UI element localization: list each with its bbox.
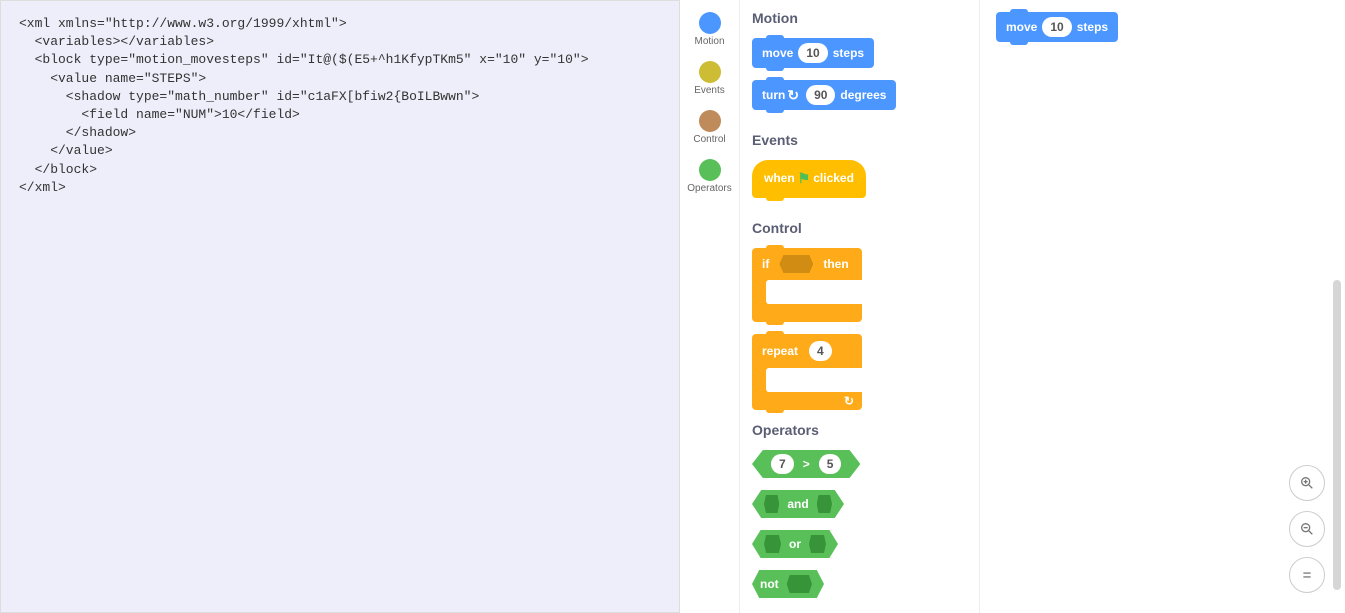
block-not[interactable]: not — [752, 570, 824, 598]
xml-source-panel[interactable]: <xml xmlns="http://www.w3.org/1999/xhtml… — [0, 0, 680, 613]
category-dot-icon — [699, 159, 721, 181]
category-dot-icon — [699, 61, 721, 83]
num-input[interactable]: 90 — [806, 85, 835, 105]
num-input[interactable]: 7 — [771, 454, 794, 474]
boolean-slot[interactable] — [809, 535, 826, 553]
operator-symbol: > — [803, 457, 810, 471]
block-greater-than[interactable]: 7 > 5 — [752, 450, 860, 478]
green-flag-icon: ⚑ — [798, 170, 811, 187]
block-turn-degrees[interactable]: turn 90 degrees — [752, 80, 896, 110]
block-repeat[interactable]: repeat 4 — [752, 334, 862, 410]
block-when-flag-clicked[interactable]: when ⚑ clicked — [752, 160, 866, 198]
block-label: move — [1006, 20, 1037, 34]
vertical-scrollbar[interactable] — [1333, 280, 1341, 590]
category-column: Motion Events Control Operators — [680, 0, 740, 613]
block-or[interactable]: or — [752, 530, 838, 558]
blockly-editor: Motion Events Control Operators Motion move… — [680, 0, 1345, 613]
block-label: turn — [762, 88, 785, 102]
equals-icon: = — [1303, 567, 1312, 584]
boolean-slot[interactable] — [779, 255, 813, 273]
block-move-steps[interactable]: move 10 steps — [752, 38, 874, 68]
block-label: if — [762, 257, 769, 271]
operator-label: not — [760, 577, 779, 591]
operator-label: and — [787, 497, 808, 511]
category-label: Control — [693, 134, 725, 145]
category-events[interactable]: Events — [680, 57, 739, 100]
palette-heading-operators: Operators — [752, 422, 967, 438]
block-label: steps — [1077, 20, 1108, 34]
palette-heading-motion: Motion — [752, 10, 967, 26]
category-control[interactable]: Control — [680, 106, 739, 149]
block-palette[interactable]: Motion move 10 steps turn 90 degrees Eve… — [740, 0, 980, 613]
boolean-slot[interactable] — [817, 495, 832, 513]
operator-label: or — [789, 537, 801, 551]
boolean-slot[interactable] — [787, 575, 812, 593]
category-operators[interactable]: Operators — [680, 155, 739, 198]
repeat-arrow-icon — [752, 392, 862, 410]
num-input[interactable]: 5 — [819, 454, 842, 474]
block-label: move — [762, 46, 793, 60]
boolean-slot[interactable] — [764, 495, 779, 513]
zoom-reset-button[interactable]: = — [1289, 557, 1325, 593]
category-dot-icon — [699, 12, 721, 34]
num-input[interactable]: 10 — [798, 43, 827, 63]
category-motion[interactable]: Motion — [680, 8, 739, 51]
block-if-then[interactable]: if then — [752, 248, 862, 322]
boolean-slot[interactable] — [764, 535, 781, 553]
block-label: degrees — [840, 88, 886, 102]
turn-cw-icon — [785, 87, 801, 104]
block-label: then — [823, 257, 848, 271]
block-label: steps — [833, 46, 864, 60]
num-input[interactable]: 10 — [1042, 17, 1071, 37]
num-input[interactable]: 4 — [809, 341, 832, 361]
zoom-in-button[interactable] — [1289, 465, 1325, 501]
zoom-out-button[interactable] — [1289, 511, 1325, 547]
category-dot-icon — [699, 110, 721, 132]
category-label: Events — [694, 85, 725, 96]
zoom-controls: = — [1289, 465, 1325, 593]
block-label: clicked — [813, 171, 854, 185]
workspace-block-move-steps[interactable]: move 10 steps — [996, 12, 1118, 42]
workspace[interactable]: move 10 steps = — [980, 0, 1345, 613]
palette-heading-control: Control — [752, 220, 967, 236]
category-label: Operators — [687, 183, 731, 194]
block-label: repeat — [762, 344, 798, 358]
category-label: Motion — [694, 36, 724, 47]
palette-heading-events: Events — [752, 132, 967, 148]
block-and[interactable]: and — [752, 490, 844, 518]
block-label: when — [764, 171, 795, 185]
